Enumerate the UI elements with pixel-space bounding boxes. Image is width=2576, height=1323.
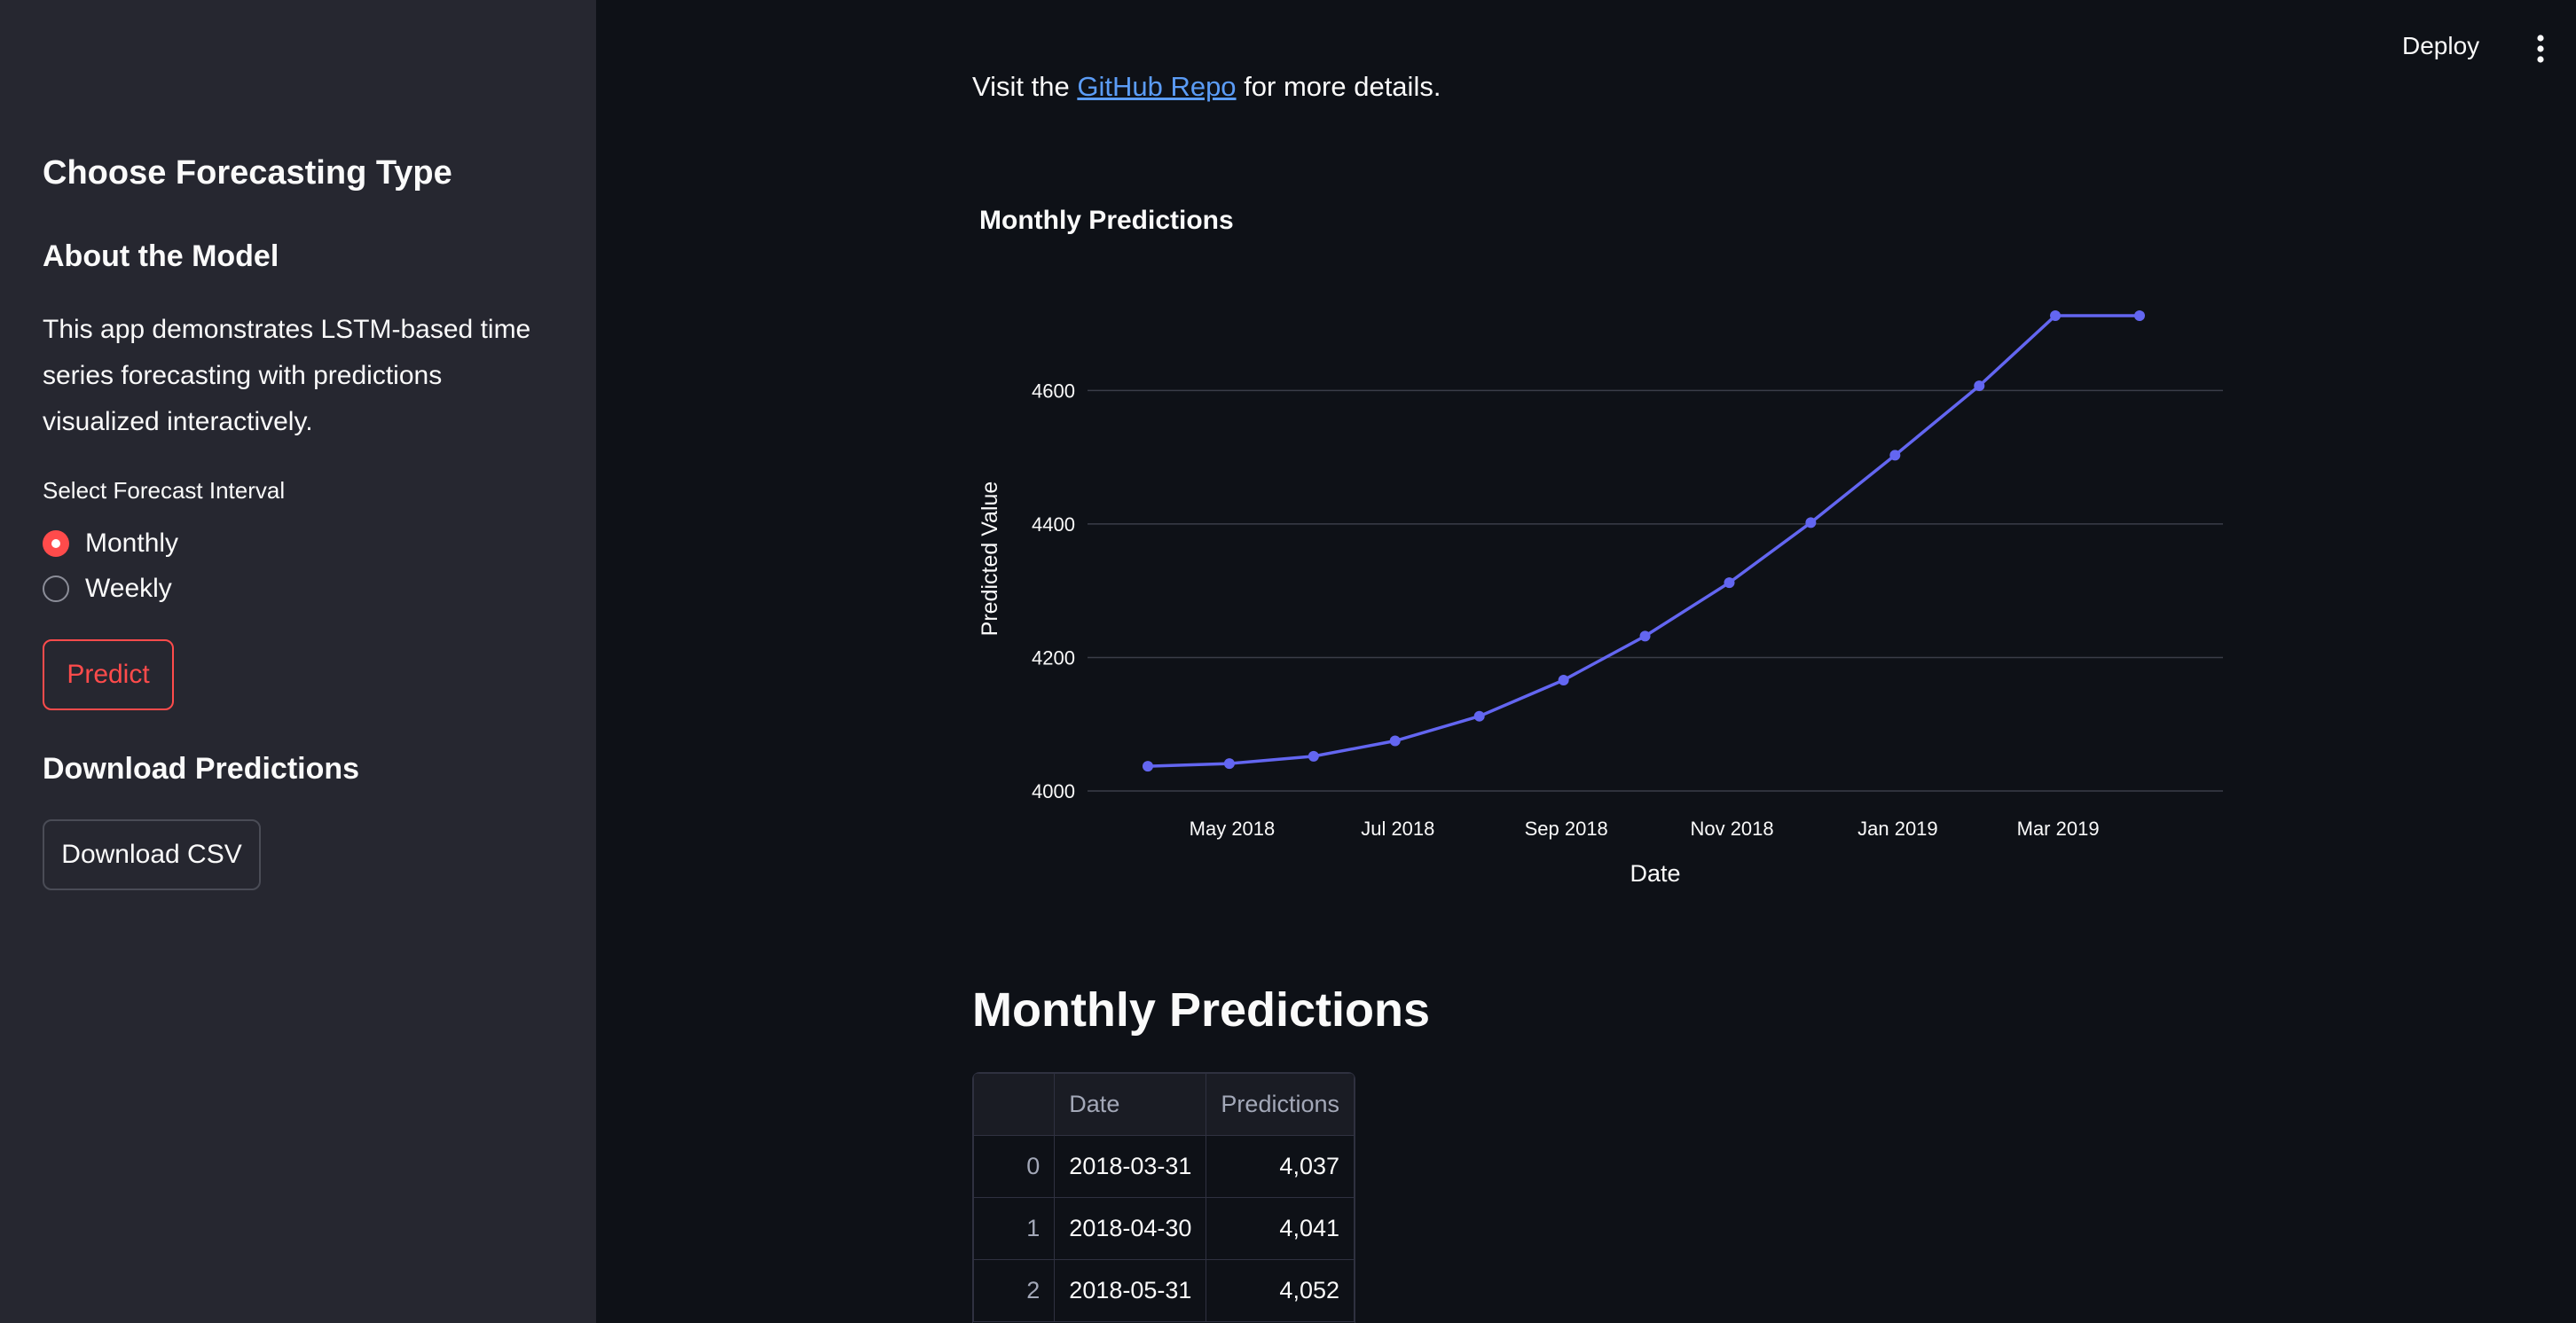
predictions-table[interactable]: Date Predictions 0 2018-03-31 4,037 1 20… bbox=[972, 1072, 1355, 1323]
sidebar: Choose Forecasting Type About the Model … bbox=[0, 0, 596, 1323]
x-tick-label: May 2018 bbox=[1190, 818, 1276, 840]
row-index: 1 bbox=[973, 1197, 1056, 1260]
y-tick-label: 4600 bbox=[1032, 380, 1075, 402]
y-axis-label: Predicted Value bbox=[978, 481, 1002, 637]
date-cell[interactable]: 2018-04-30 bbox=[1054, 1197, 1207, 1260]
data-point[interactable] bbox=[1558, 675, 1569, 686]
x-axis-label: Date bbox=[1630, 860, 1680, 887]
radio-unchecked-icon[interactable] bbox=[43, 575, 69, 602]
line-chart[interactable]: 4000 4200 4400 4600 May 2018 Jul 2018 Sep 201… bbox=[972, 257, 2250, 913]
y-tick-label: 4200 bbox=[1032, 646, 1075, 669]
data-point[interactable] bbox=[1473, 710, 1485, 722]
series-line bbox=[1147, 314, 2140, 768]
forecast-interval-label: Select Forecast Interval bbox=[43, 477, 286, 504]
date-cell[interactable]: 2018-03-31 bbox=[1054, 1135, 1207, 1198]
predict-button[interactable]: Predict bbox=[43, 639, 174, 710]
prediction-cell[interactable]: 4,041 bbox=[1206, 1197, 1355, 1260]
x-tick-label: Sep 2018 bbox=[1525, 818, 1608, 840]
table-header-row: Date Predictions bbox=[973, 1073, 1355, 1136]
about-model-heading: About the Model bbox=[43, 239, 279, 273]
about-model-text: This app demonstrates LSTM-based time se… bbox=[43, 315, 531, 436]
intro-prefix: Visit the bbox=[972, 71, 1070, 102]
chart-title: Monthly Predictions bbox=[979, 206, 1234, 235]
radio-label-weekly: Weekly bbox=[85, 574, 172, 603]
radio-option-weekly[interactable]: Weekly bbox=[43, 571, 172, 607]
table-row[interactable]: 1 2018-04-30 4,041 bbox=[973, 1197, 1355, 1260]
radio-option-monthly[interactable]: Monthly bbox=[43, 526, 178, 561]
data-point[interactable] bbox=[1639, 630, 1651, 642]
download-predictions-heading: Download Predictions bbox=[43, 752, 360, 786]
x-tick-label: Jul 2018 bbox=[1361, 818, 1434, 840]
intro-suffix: for more details. bbox=[1244, 71, 1441, 102]
data-point[interactable] bbox=[1724, 577, 1735, 589]
data-point[interactable] bbox=[1974, 380, 1985, 392]
x-tick-label: Nov 2018 bbox=[1690, 818, 1773, 840]
data-point[interactable] bbox=[1889, 450, 1901, 461]
table-heading: Monthly Predictions bbox=[972, 983, 1431, 1037]
row-index: 2 bbox=[973, 1259, 1056, 1322]
prediction-cell[interactable]: 4,052 bbox=[1206, 1259, 1355, 1322]
download-csv-button[interactable]: Download CSV bbox=[43, 819, 261, 890]
x-tick-label: Mar 2019 bbox=[2017, 818, 2100, 840]
data-point[interactable] bbox=[1308, 750, 1319, 762]
date-cell[interactable]: 2018-05-31 bbox=[1054, 1259, 1207, 1322]
predictions-column-header[interactable]: Predictions bbox=[1206, 1073, 1355, 1136]
table-row[interactable]: 2 2018-05-31 4,052 bbox=[973, 1259, 1355, 1322]
chart-gridlines bbox=[1088, 389, 2223, 792]
sidebar-title: Choose Forecasting Type bbox=[43, 154, 452, 192]
series-points[interactable] bbox=[1143, 310, 2145, 772]
data-point[interactable] bbox=[2134, 310, 2145, 322]
data-point[interactable] bbox=[1143, 761, 1153, 772]
row-index: 0 bbox=[973, 1135, 1056, 1198]
y-tick-label: 4400 bbox=[1032, 513, 1075, 536]
data-point[interactable] bbox=[1389, 735, 1401, 747]
x-tick-label: Jan 2019 bbox=[1857, 818, 1938, 840]
x-axis-ticks: May 2018 Jul 2018 Sep 2018 Nov 2018 Jan 2019… bbox=[1190, 818, 2100, 840]
y-axis-ticks: 4000 4200 4400 4600 bbox=[1032, 380, 1075, 802]
data-point[interactable] bbox=[1805, 517, 1817, 528]
radio-checked-icon[interactable] bbox=[43, 530, 69, 557]
y-tick-label: 4000 bbox=[1032, 780, 1075, 802]
radio-label-monthly: Monthly bbox=[85, 528, 179, 558]
vertical-ellipsis-icon[interactable] bbox=[2530, 34, 2551, 64]
app-window: Choose Forecasting Type About the Model … bbox=[0, 0, 2576, 1323]
prediction-cell[interactable]: 4,037 bbox=[1206, 1135, 1355, 1198]
index-column-header[interactable] bbox=[973, 1073, 1056, 1136]
table-row[interactable]: 0 2018-03-31 4,037 bbox=[973, 1135, 1355, 1198]
date-column-header[interactable]: Date bbox=[1054, 1073, 1207, 1136]
data-point[interactable] bbox=[1223, 758, 1235, 770]
github-repo-link[interactable]: GitHub Repo bbox=[1077, 71, 1236, 102]
deploy-button[interactable]: Deploy bbox=[2402, 32, 2479, 60]
data-point[interactable] bbox=[2050, 310, 2062, 322]
intro-text: Visit the GitHub Repo for more details. bbox=[972, 71, 1441, 103]
